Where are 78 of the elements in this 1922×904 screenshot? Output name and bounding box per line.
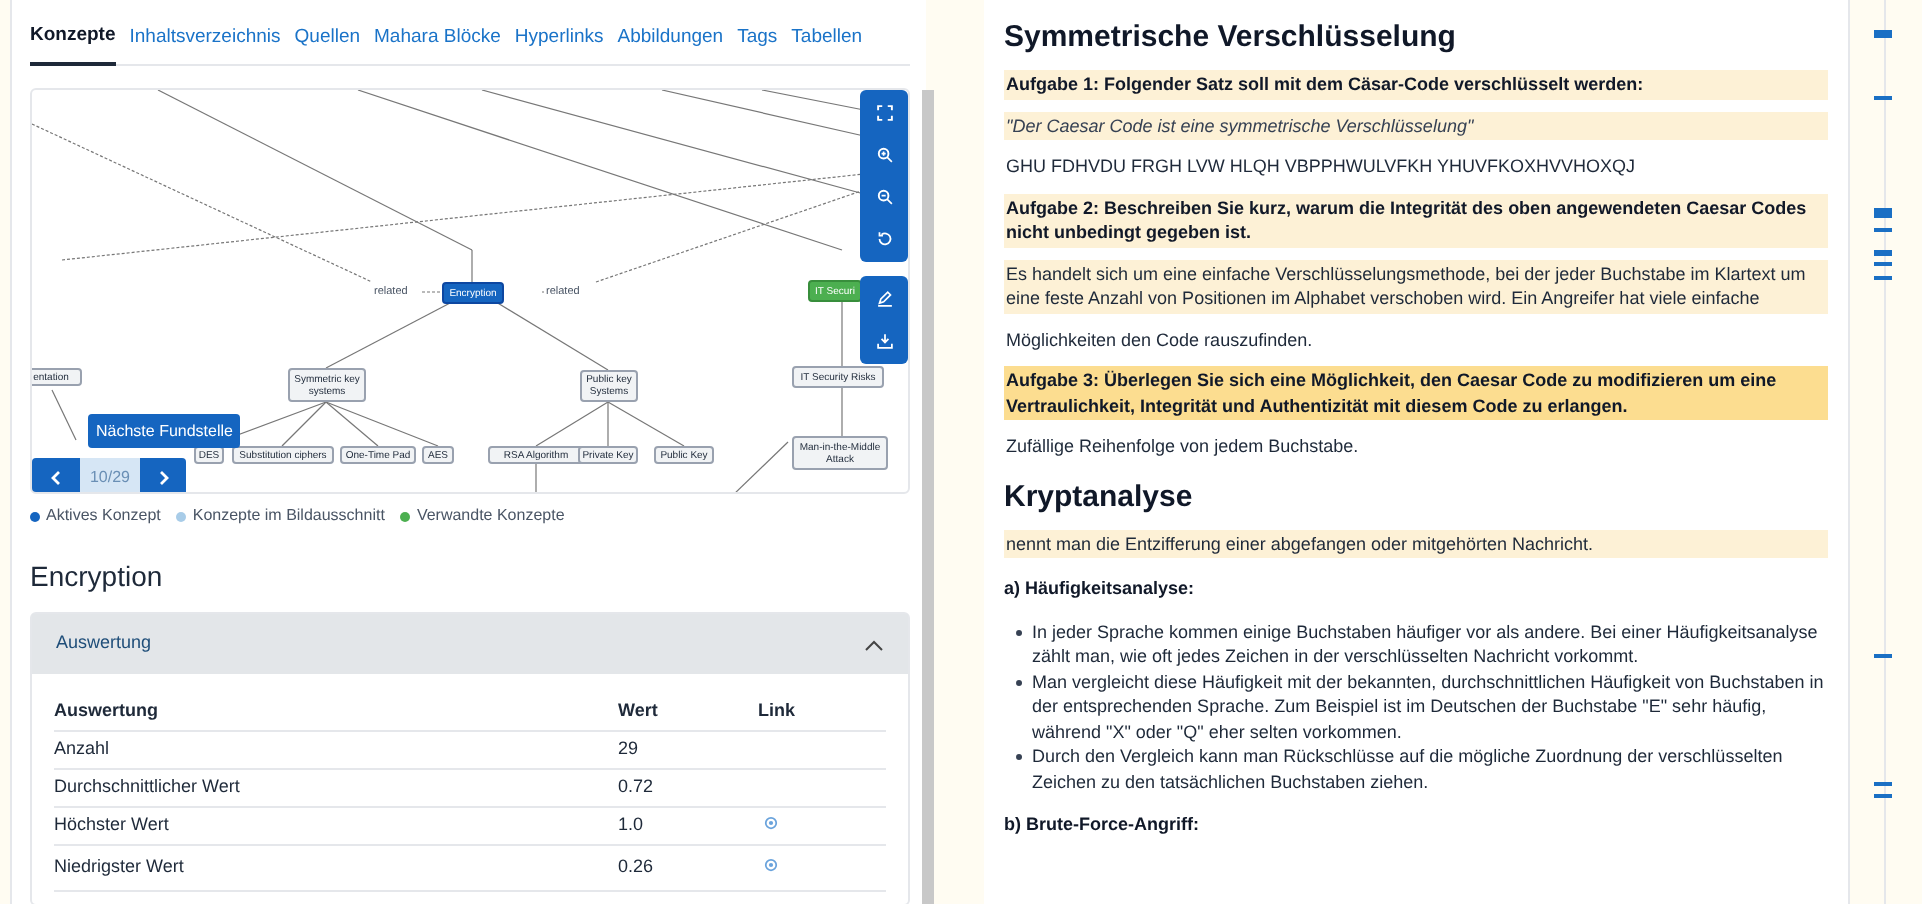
margin-marker[interactable] — [1874, 262, 1892, 266]
connector-line — [535, 463, 537, 492]
next-button[interactable] — [140, 458, 186, 492]
tab[interactable]: Konzepte — [30, 22, 116, 66]
table-cell: Höchster Wert — [54, 806, 618, 844]
previous-button[interactable] — [32, 458, 80, 492]
margin-marker[interactable] — [1874, 228, 1892, 232]
chevron-left-icon — [48, 469, 64, 485]
legend-label: Konzepte im Bildausschnitt — [192, 504, 385, 528]
tab[interactable]: Tags — [737, 22, 778, 66]
table-cell: Durchschnittlicher Wert — [54, 768, 618, 806]
margin-marker[interactable] — [1874, 250, 1892, 256]
concept-map[interactable] — [30, 88, 910, 494]
margin-marker[interactable] — [1874, 276, 1892, 280]
connector-line — [51, 389, 77, 441]
connector-line — [325, 301, 453, 369]
reset-icon — [873, 228, 895, 250]
task-text: Aufgabe 2: Beschreiben Sie kurz, warum die Integrität des oben angewendeten Caesar Codes nicht unbedingt gegeben ist. — [1004, 193, 1828, 247]
table-cell: 1.0 — [618, 806, 758, 844]
table-cell: 29 — [618, 730, 758, 768]
connector-line — [731, 441, 789, 492]
download-icon — [873, 330, 895, 352]
tab[interactable]: Inhaltsverzeichnis — [129, 22, 281, 66]
task-text: Aufgabe 3: Überlegen Sie sich eine Möglichkeit, den Caesar Code zu modifizieren um eine Vertraulichkeit, Integrität und Authentizität mit diesem Code zu erlangen. — [1004, 366, 1828, 420]
paragraph: Es handelt sich um eine einfache Verschlüsselungsmethode, bei der jeder Buchstabe im Klartext um eine feste Anzahl von Positionen im Alphabet verschoben wird. Ein Angreifer hat viele einfache — [1004, 259, 1828, 313]
accordion-header[interactable]: Auswertung — [32, 614, 908, 674]
pencil-icon — [873, 288, 895, 310]
connector-line — [841, 387, 843, 437]
link-icon[interactable] — [764, 815, 778, 830]
column-header: Auswertung — [54, 692, 618, 730]
margin-marker[interactable] — [1874, 30, 1892, 38]
paragraph: Zufällige Reihenfolge von jedem Buchstabe. — [1004, 434, 1361, 460]
chevron-up-icon — [864, 637, 884, 651]
fullscreen-icon — [873, 102, 895, 124]
paragraph: GHU FDHVDU FRGH LVW HLQH VBPPHWULVFKH YHUVFKOXHVVHOXQJ — [1004, 154, 1638, 180]
list-item: Man vergleicht diese Häufigkeit mit der bekannten, durchschnittlichen Häufigkeit von Buchstaben in der entsprechenden Sprache. Zum Beispiel ist im Deutschen der Buchstabe "E" sehr häufig, während "X" oder "Q" eher selten vorkommen. — [1032, 671, 1824, 741]
bullet-icon — [1016, 754, 1022, 760]
quote-text: "Der Caesar Code ist eine symmetrische Verschlüsselung" — [1004, 111, 1828, 140]
bullet-icon — [1016, 679, 1022, 685]
tab[interactable]: Abbildungen — [617, 22, 724, 66]
margin-marker[interactable] — [1874, 782, 1892, 786]
tab[interactable]: Mahara Blöcke — [374, 22, 501, 66]
list-item: Durch den Vergleich kann man Rückschlüsse auf die mögliche Zuordnung der verschlüsselten Zeichen zu den tatsächlichen Buchstaben ziehen. — [1032, 746, 1783, 791]
connector-line — [421, 291, 443, 293]
zoom-out-icon — [873, 186, 895, 208]
column-header: Wert — [618, 692, 758, 730]
legend-label: Verwandte Konzepte — [416, 504, 565, 528]
tab[interactable]: Hyperlinks — [514, 22, 604, 66]
margin-marker[interactable] — [1874, 208, 1892, 218]
bullet-icon — [1016, 629, 1022, 635]
table-cell: 0.72 — [618, 768, 758, 806]
table-cell: Anzahl — [54, 730, 618, 768]
legend-label: Aktives Konzept — [46, 504, 161, 528]
section-heading: Symmetrische Verschlüsselung — [1004, 18, 1458, 58]
subheading: a) Häufigkeitsanalyse: — [1004, 576, 1197, 601]
margin-marker[interactable] — [1874, 96, 1892, 100]
column-header: Link — [758, 692, 886, 730]
link-icon[interactable] — [764, 857, 778, 872]
paragraph: nennt man die Entzifferung einer abgefangen oder mitgehörten Nachricht. — [1004, 529, 1828, 558]
tooltip: Nächste Fundstelle — [88, 414, 241, 448]
table-cell: 0.26 — [618, 844, 758, 890]
margin-marker[interactable] — [1874, 794, 1892, 798]
section-heading: Kryptanalyse — [1004, 477, 1195, 517]
paragraph: Möglichkeiten den Code rauszufinden. — [1004, 327, 1315, 354]
result-counter: 10/29 — [80, 458, 140, 492]
connector-line — [841, 301, 843, 367]
list-item: In jeder Sprache kommen einige Buchstaben häufiger vor als andere. Bei einer Häufigkeitsanalyse zählt man, wie oft jedes Zeichen in der verschlüsselten Nachricht vorkommt. — [1032, 621, 1818, 666]
concept-title: Encryption — [30, 558, 165, 596]
zoom-in-icon — [873, 144, 895, 166]
connector-line — [495, 301, 609, 371]
margin-marker[interactable] — [1874, 654, 1892, 658]
subheading: b) Brute-Force-Angriff: — [1004, 812, 1201, 837]
scrollbar[interactable] — [922, 90, 934, 904]
table-cell: Niedrigster Wert — [54, 844, 618, 890]
tab[interactable]: Tabellen — [791, 22, 863, 66]
task-text: Aufgabe 1: Folgender Satz soll mit dem Cäsar-Code verschlüsselt werden: — [1004, 70, 1828, 99]
chevron-right-icon — [155, 469, 171, 485]
tab[interactable]: Quellen — [294, 22, 361, 66]
